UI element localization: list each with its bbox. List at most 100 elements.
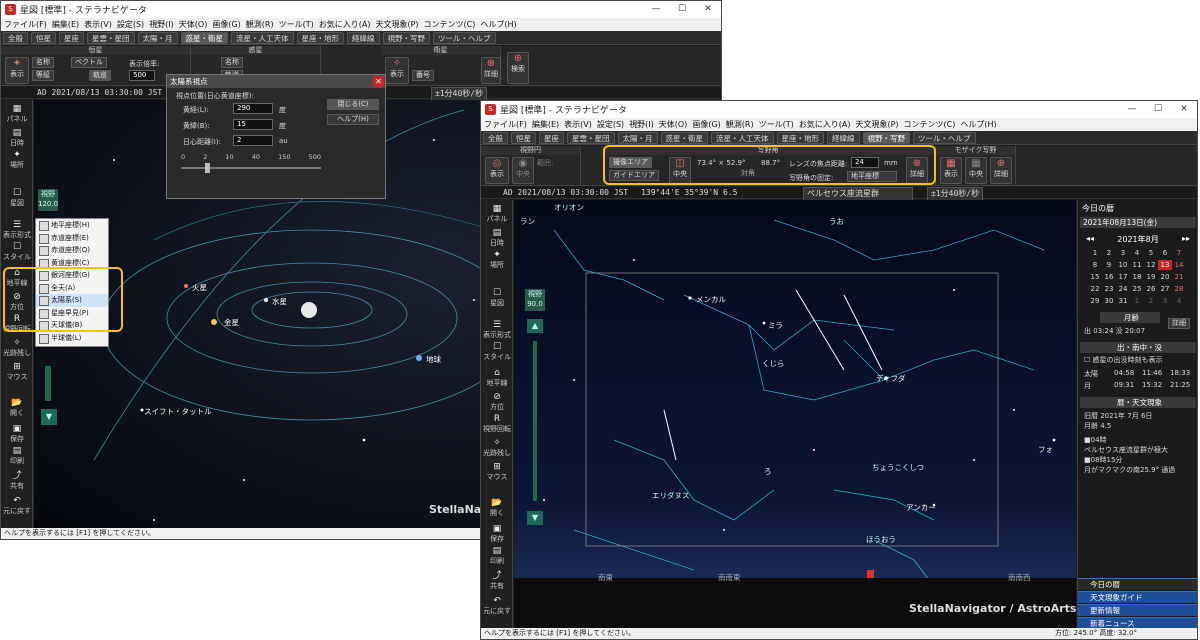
sidebar-item-1[interactable]: ▤ 日時 <box>481 228 513 248</box>
zoom-down-button[interactable]: ▼ <box>527 511 543 525</box>
calendar-day[interactable]: 22 <box>1088 284 1102 294</box>
calendar-day[interactable]: 27 <box>1158 284 1172 294</box>
sidebar-item-5[interactable]: ☐ スタイル <box>1 242 33 262</box>
calendar-day[interactable]: 3 <box>1116 248 1130 258</box>
maximize-button[interactable]: ☐ <box>1145 101 1171 118</box>
calendar-day[interactable]: 26 <box>1144 284 1158 294</box>
calendar-day[interactable]: 19 <box>1144 272 1158 282</box>
calendar-day[interactable]: 1 <box>1130 296 1144 306</box>
tab-10[interactable]: ツール・ヘルプ <box>433 31 496 44</box>
sidebar-item-6[interactable]: ⌂ 地平線 <box>481 368 513 388</box>
planet-name-toggle[interactable]: 名称 <box>221 57 243 68</box>
nav-item-0[interactable]: 今日の暦 <box>1078 578 1197 590</box>
calendar-day[interactable]: 2 <box>1102 248 1116 258</box>
calendar-day[interactable]: 31 <box>1116 296 1130 306</box>
search-button[interactable]: ⊕ 検索 <box>507 52 529 84</box>
menu-item[interactable]: 観測(R) <box>246 19 274 30</box>
sidebar-item-15[interactable]: ↶ 元に戻す <box>1 496 33 516</box>
dialog-close-icon[interactable]: ✕ <box>373 76 384 87</box>
tab-4[interactable]: 太陽・月 <box>617 131 658 144</box>
calendar-day[interactable]: 11 <box>1130 260 1144 270</box>
sidebar-item-3[interactable]: ☐ 星図 <box>481 288 513 308</box>
help-button[interactable]: ヘルプ(H) <box>327 114 379 125</box>
calendar-day[interactable]: 6 <box>1158 248 1172 258</box>
minimize-button[interactable]: — <box>643 1 669 18</box>
menu-item[interactable]: 画像(G) <box>212 19 240 30</box>
menu-item[interactable]: 表示(V) <box>564 119 592 130</box>
slider-thumb[interactable] <box>205 163 210 173</box>
center-button[interactable]: ◉ 中央 <box>512 157 534 184</box>
calendar-day[interactable]: 3 <box>1158 296 1172 306</box>
menu-item[interactable]: 視野(I) <box>149 19 174 30</box>
calendar-day[interactable]: 20 <box>1158 272 1172 282</box>
tab-7[interactable]: 星座・地形 <box>296 31 344 44</box>
sky-chart[interactable]: ラン オリオン うお メンカル ミラ くじら ディフダ ろ エリダヌス ちょうこ… <box>514 200 1076 630</box>
next-month-icon[interactable]: ▸▸ <box>1182 234 1190 245</box>
menu-item[interactable]: ファイル(F) <box>484 119 527 130</box>
sidebar-item-14[interactable]: ⤴ 共有 <box>1 468 33 491</box>
tab-5[interactable]: 惑星・衛星 <box>180 31 228 44</box>
moon-detail-button[interactable]: 詳細 <box>1168 318 1190 329</box>
name-toggle[interactable]: 名称 <box>32 57 54 68</box>
zoom-slider[interactable] <box>533 341 537 501</box>
sidebar-item-4[interactable]: ☰ 表示形式 <box>1 220 33 240</box>
menu-item[interactable]: ツール(T) <box>279 19 314 30</box>
tab-3[interactable]: 星雲・星団 <box>567 131 615 144</box>
sidebar-item-13[interactable]: ▤ 印刷 <box>1 446 33 466</box>
lat-input[interactable]: 15 <box>233 119 273 130</box>
menu-item[interactable]: 編集(E) <box>532 119 559 130</box>
zoom-down-button[interactable]: ▼ <box>41 409 57 425</box>
lon-input[interactable]: 290 <box>233 103 273 114</box>
tab-0[interactable]: 全般 <box>3 31 28 44</box>
sidebar-item-0[interactable]: ▦ パネル <box>481 204 513 224</box>
sidebar-item-14[interactable]: ⤴ 共有 <box>481 568 513 591</box>
sidebar-item-4[interactable]: ☰ 表示形式 <box>481 320 513 340</box>
menu-item[interactable]: 表示(V) <box>84 19 112 30</box>
target-select[interactable]: ペルセウス座流星群 <box>803 187 913 201</box>
sidebar-item-0[interactable]: ▦ パネル <box>1 104 33 124</box>
minimize-button[interactable]: — <box>1119 101 1145 118</box>
distance-slider[interactable] <box>181 167 321 169</box>
menu-item[interactable]: 視野(I) <box>629 119 654 130</box>
menu-item[interactable]: ファイル(F) <box>4 19 47 30</box>
tab-0[interactable]: 全般 <box>483 131 508 144</box>
nav-item-2[interactable]: 更新情報 <box>1078 604 1197 616</box>
calendar-day[interactable]: 1 <box>1088 248 1102 258</box>
menu-item[interactable]: 観測(R) <box>726 119 754 130</box>
magnitude-toggle[interactable]: 等級 <box>32 70 54 81</box>
mosaic-detail-button[interactable]: ⊕ 詳細 <box>990 157 1012 184</box>
sidebar-item-2[interactable]: ✦ 場所 <box>481 250 513 270</box>
view-mode-item-2[interactable]: 赤道座標(Q) <box>36 244 108 257</box>
detail-button[interactable]: ⊕ 詳細 <box>481 57 501 84</box>
sidebar-item-13[interactable]: ▤ 印刷 <box>481 546 513 566</box>
mosaic-center-button[interactable]: ▦ 中央 <box>965 157 987 184</box>
maximize-button[interactable]: ☐ <box>669 1 695 18</box>
menu-item[interactable]: コンテンツ(C) <box>424 19 476 30</box>
sidebar-item-9[interactable]: ✧ 光跡残し <box>481 438 513 458</box>
calendar-day[interactable]: 4 <box>1130 248 1144 258</box>
prev-month-icon[interactable]: ◂◂ <box>1086 234 1094 245</box>
calendar-day[interactable]: 25 <box>1130 284 1144 294</box>
sidebar-item-8[interactable]: R 視野回転 <box>481 414 513 434</box>
sidebar-item-2[interactable]: ✦ 場所 <box>1 150 33 170</box>
calendar-day[interactable]: 13 <box>1158 260 1172 270</box>
menu-item[interactable]: 設定(S) <box>597 119 624 130</box>
zoom-slider[interactable] <box>45 366 51 401</box>
tab-2[interactable]: 星座 <box>59 31 84 44</box>
tab-9[interactable]: 視野・写野 <box>862 131 910 144</box>
calendar-day[interactable]: 15 <box>1088 272 1102 282</box>
zoom-up-button[interactable]: ▲ <box>527 319 543 333</box>
calendar-day[interactable]: 29 <box>1088 296 1102 306</box>
sidebar-item-10[interactable]: ⊞ マウス <box>481 462 513 482</box>
menu-item[interactable]: 天文現象(P) <box>855 119 898 130</box>
show-button[interactable]: ◎ 表示 <box>485 157 509 184</box>
calendar-day[interactable]: 24 <box>1116 284 1130 294</box>
sidebar-item-5[interactable]: ☐ スタイル <box>481 342 513 362</box>
tab-5[interactable]: 惑星・衛星 <box>660 131 708 144</box>
tab-9[interactable]: 視野・写野 <box>382 31 430 44</box>
rate-select[interactable]: ±1分40秒/秒 <box>431 87 488 101</box>
menu-item[interactable]: ヘルプ(H) <box>480 19 516 30</box>
calendar-day[interactable]: 2 <box>1144 296 1158 306</box>
tab-1[interactable]: 恒星 <box>31 31 56 44</box>
tab-1[interactable]: 恒星 <box>511 131 536 144</box>
